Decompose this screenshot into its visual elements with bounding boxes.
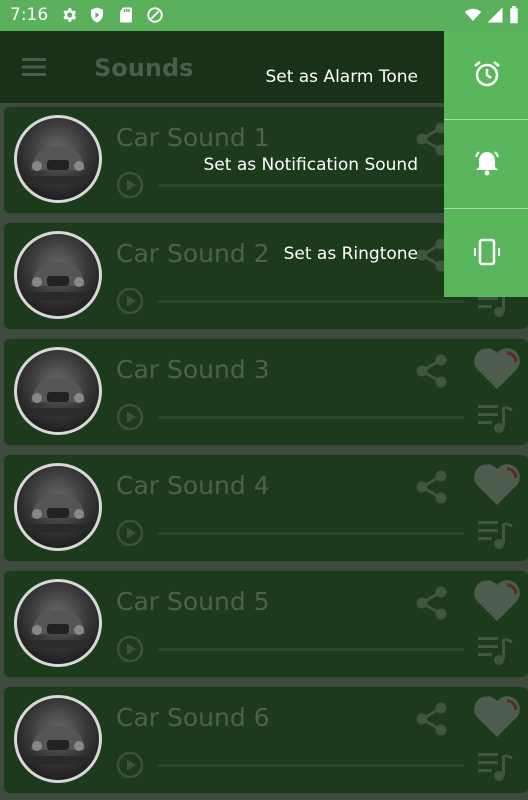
set-sound-menu [444,31,528,297]
sd-card-icon [120,7,132,23]
car-thumbnail [14,347,102,435]
alarm-tone-button[interactable] [444,31,528,120]
car-image [27,726,89,764]
wifi-icon [464,8,482,21]
playlist-icon[interactable] [476,401,514,435]
sound-title: Car Sound 3 [116,355,270,384]
car-image [27,494,89,532]
play-icon[interactable] [116,519,144,547]
car-image [27,146,89,184]
heart-icon[interactable] [472,461,522,507]
playlist-icon[interactable] [476,517,514,551]
play-icon[interactable] [116,635,144,663]
playlist-icon[interactable] [476,633,514,667]
list-item[interactable]: Car Sound 3 [4,339,528,445]
seek-bar[interactable] [158,300,464,303]
car-image [27,262,89,300]
sound-title: Car Sound 4 [116,471,270,500]
share-icon[interactable] [412,467,452,507]
status-bar: 7:16 [0,0,528,31]
share-icon[interactable] [412,699,452,739]
bell-ringing-icon [475,151,499,176]
play-icon[interactable] [116,751,144,779]
seek-bar[interactable] [158,648,464,651]
heart-icon[interactable] [472,577,522,623]
car-thumbnail [14,695,102,783]
ringtone-button[interactable] [444,209,528,297]
seek-bar[interactable] [158,764,464,767]
list-item[interactable]: Car Sound 6 [4,687,528,793]
seek-bar[interactable] [158,532,464,535]
alarm-tone-label[interactable]: Set as Alarm Tone [265,67,418,87]
car-thumbnail [14,579,102,667]
menu-icon[interactable] [20,55,50,79]
heart-icon[interactable] [472,693,522,739]
playlist-icon[interactable] [476,749,514,783]
list-item[interactable]: Car Sound 5 [4,571,528,677]
shield-icon [91,7,103,23]
notification-sound-button[interactable] [444,120,528,209]
car-image [27,610,89,648]
at-sign-icon [147,7,163,23]
notification-sound-label[interactable]: Set as Notification Sound [204,155,418,175]
phone-vibrate-icon [474,238,500,266]
sound-title: Car Sound 6 [116,703,270,732]
status-time: 7:16 [10,5,49,25]
share-icon[interactable] [412,583,452,623]
sound-title: Car Sound 5 [116,587,270,616]
settings-icon [63,8,77,22]
heart-icon[interactable] [472,345,522,391]
car-thumbnail [14,231,102,319]
sound-title: Car Sound 1 [116,123,270,152]
battery-icon [510,6,518,24]
sound-title: Car Sound 2 [116,239,270,268]
seek-bar[interactable] [158,184,464,187]
play-icon[interactable] [116,403,144,431]
cell-signal-icon [487,7,503,23]
car-image [27,378,89,416]
play-icon[interactable] [116,171,144,199]
page-title: Sounds [94,54,194,82]
ringtone-label[interactable]: Set as Ringtone [284,244,418,264]
seek-bar[interactable] [158,416,464,419]
play-icon[interactable] [116,287,144,315]
alarm-clock-icon [474,61,500,87]
list-item[interactable]: Car Sound 4 [4,455,528,561]
share-icon[interactable] [412,351,452,391]
car-thumbnail [14,115,102,203]
car-thumbnail [14,463,102,551]
